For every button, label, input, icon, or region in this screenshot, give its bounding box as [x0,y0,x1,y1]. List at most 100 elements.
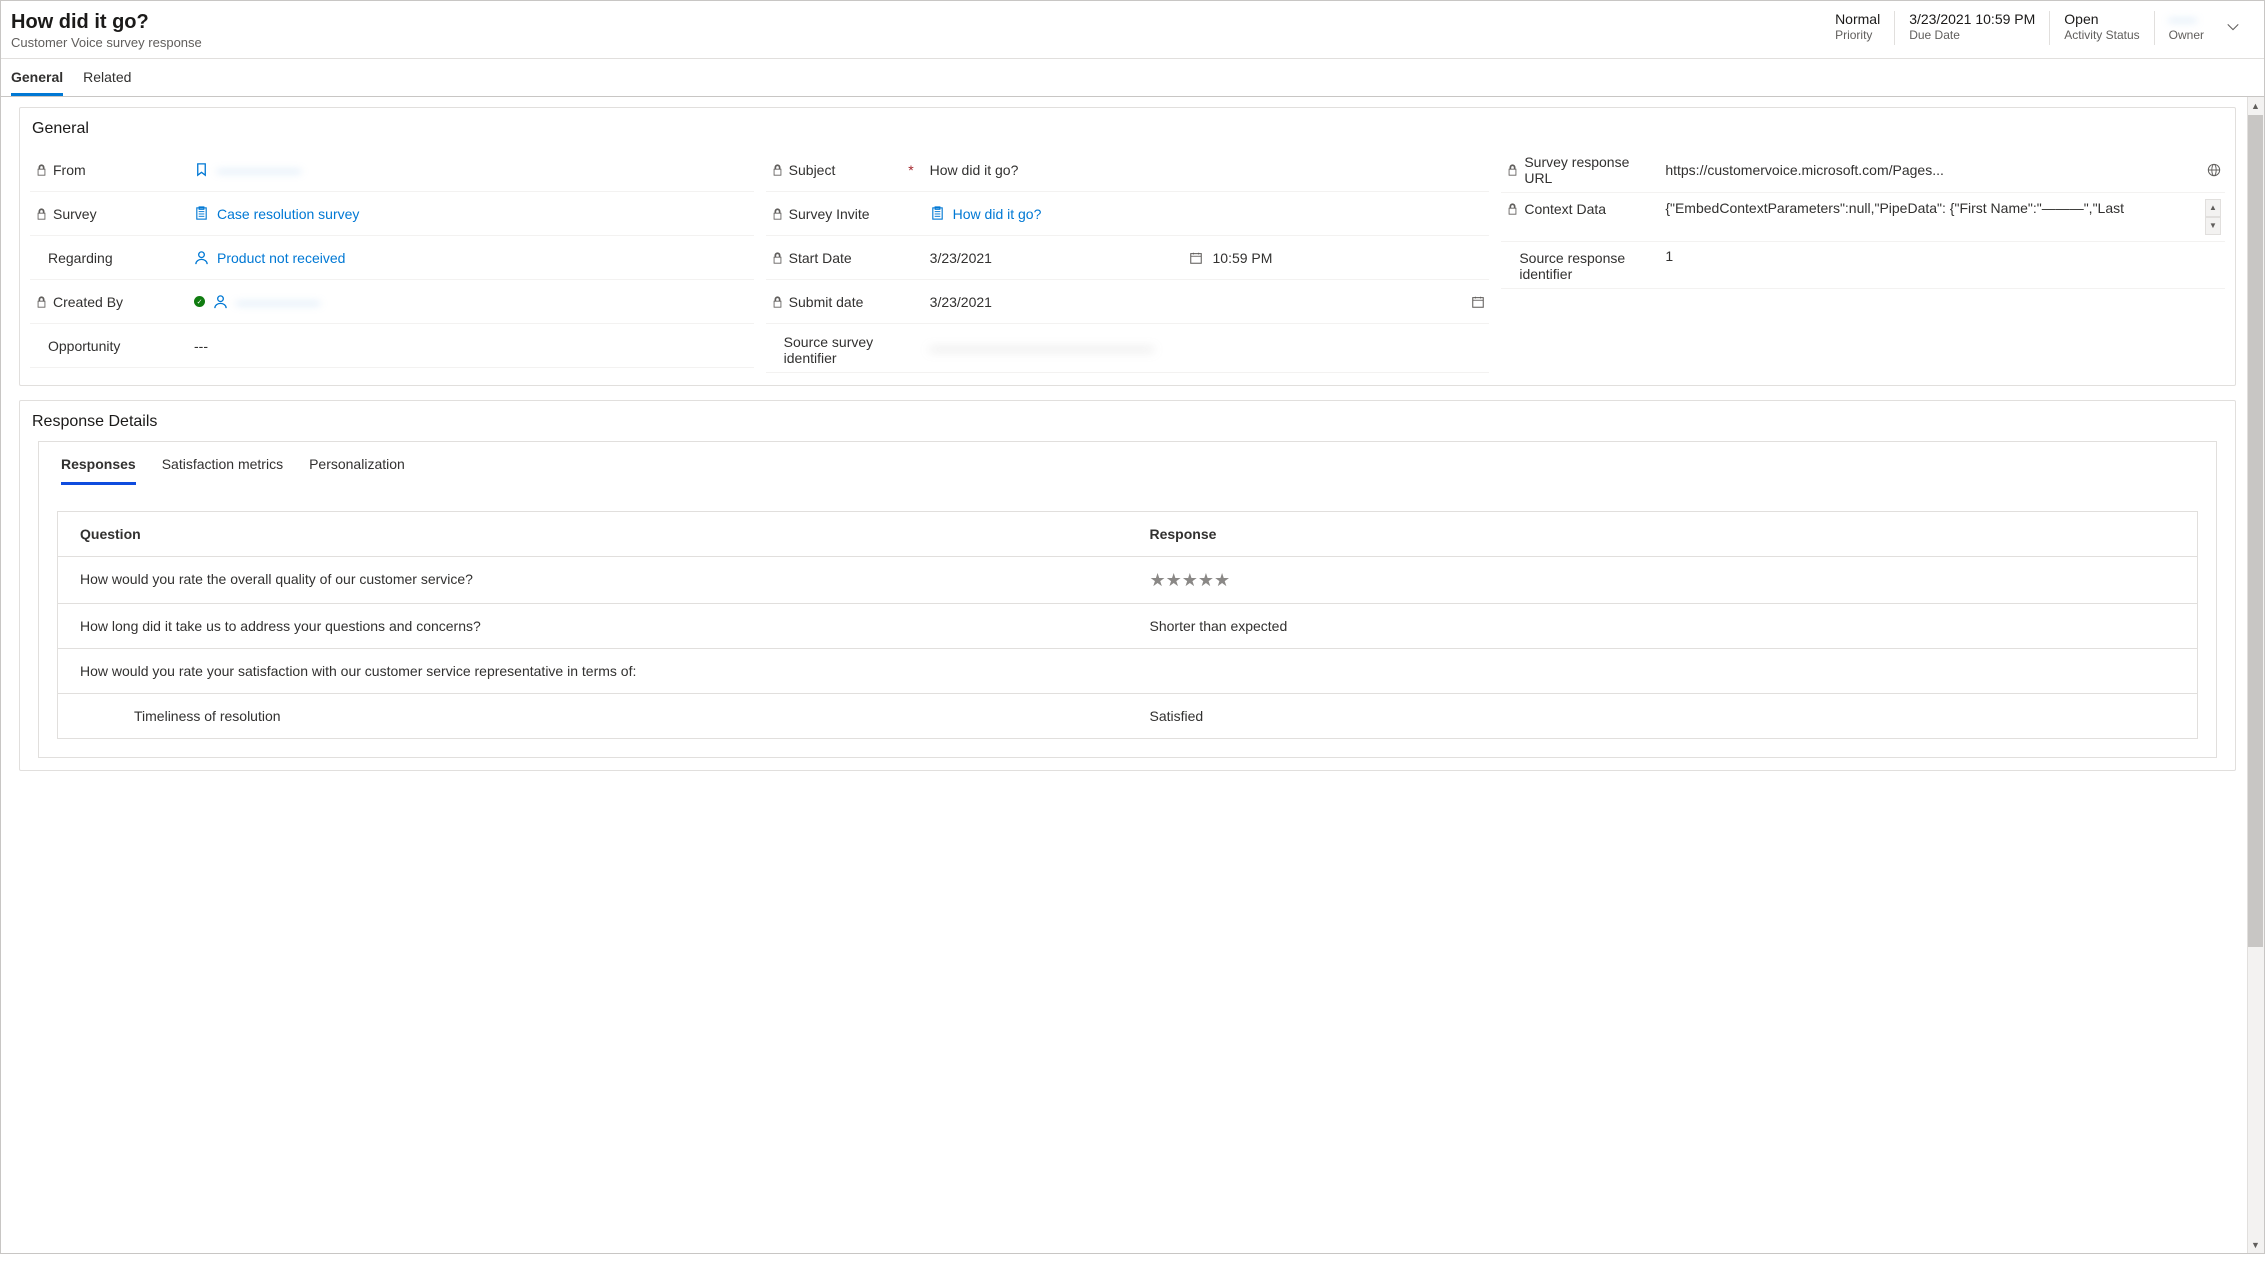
field-createdby[interactable]: Created By ✓ —————— [30,280,754,324]
header-duedate-label: Due Date [1909,28,2035,42]
section-details-title: Response Details [20,409,2235,441]
start-date-value: 3/23/2021 [930,250,992,266]
lock-icon [772,208,783,220]
header-duedate[interactable]: 3/23/2021 10:59 PM Due Date [1894,11,2049,45]
field-submit-date[interactable]: Submit date 3/23/2021 [766,280,1490,324]
header-owner[interactable]: —— Owner [2154,11,2218,45]
field-from[interactable]: From —————— [30,148,754,192]
clipboard-icon [194,206,209,221]
createdby-label: Created By [53,294,123,310]
section-general: General From —————— [19,107,2236,386]
scroll-thumb[interactable] [2248,115,2263,947]
src-survey-value: ———————————————— [930,340,1154,356]
regarding-value[interactable]: Product not received [217,250,345,266]
ctx-value: {"EmbedContextParameters":null,"PipeData… [1665,199,2197,219]
presence-available-icon: ✓ [194,296,205,307]
tab-general[interactable]: General [11,59,63,96]
section-general-title: General [20,116,2235,148]
tab-personalization[interactable]: Personalization [309,456,405,485]
question-text: How would you rate your satisfaction wit… [58,649,1128,693]
subject-label: Subject [789,162,836,178]
calendar-icon[interactable] [1471,295,1485,309]
invite-label: Survey Invite [789,206,870,222]
calendar-icon[interactable] [1189,251,1203,265]
star-rating: ★★★★★ [1150,570,1231,590]
required-indicator: * [908,162,913,178]
form-tabs: General Related [1,59,2264,97]
lock-icon [772,252,783,264]
scroll-down-icon[interactable]: ▼ [2205,217,2221,235]
survey-label: Survey [53,206,97,222]
createdby-value[interactable]: —————— [236,294,320,310]
header-owner-label: Owner [2169,28,2204,42]
field-context-data[interactable]: Context Data {"EmbedContextParameters":n… [1501,193,2225,242]
invite-value[interactable]: How did it go? [953,206,1042,222]
from-label: From [53,162,86,178]
details-tabs: Responses Satisfaction metrics Personali… [57,442,2198,485]
submit-date-value: 3/23/2021 [930,294,992,310]
page-title: How did it go? [11,11,202,34]
start-label: Start Date [789,250,852,266]
header-priority-value: Normal [1835,11,1880,27]
field-opportunity[interactable]: Opportunity --- [30,324,754,368]
field-survey[interactable]: Survey Case resolution survey [30,192,754,236]
header-duedate-value: 3/23/2021 10:59 PM [1909,11,2035,27]
tab-related[interactable]: Related [83,59,131,96]
bookmark-icon [194,162,209,177]
lock-icon [772,164,783,176]
header-status-value: Open [2064,11,2139,27]
tab-responses[interactable]: Responses [61,456,136,485]
field-survey-invite[interactable]: Survey Invite How did it go? [766,192,1490,236]
opportunity-label: Opportunity [48,338,120,354]
url-value: https://customervoice.microsoft.com/Page… [1665,162,2199,178]
lock-icon [1507,203,1518,215]
section-response-details: Response Details Responses Satisfaction … [19,400,2236,771]
table-row: How would you rate the overall quality o… [58,557,2197,604]
scroll-down-button[interactable]: ▼ [2248,1237,2263,1252]
opportunity-value: --- [194,338,208,354]
survey-value[interactable]: Case resolution survey [217,206,359,222]
field-survey-url[interactable]: Survey response URL https://customervoic… [1501,148,2225,193]
header-priority[interactable]: Normal Priority [1821,11,1894,45]
header-priority-label: Priority [1835,28,1880,42]
table-row: How long did it take us to address your … [58,604,2197,649]
from-value[interactable]: —————— [217,162,301,178]
url-label: Survey response URL [1524,154,1655,186]
field-source-survey-id[interactable]: Source survey identifier ———————————————… [766,324,1490,373]
person-icon [194,250,209,265]
question-text: Timeliness of resolution [58,694,1128,738]
person-icon [213,294,228,309]
lock-icon [36,164,47,176]
question-text: How would you rate the overall quality o… [58,557,1128,603]
col-header-question: Question [58,512,1128,556]
table-row: How would you rate your satisfaction wit… [58,649,2197,694]
field-source-response-id[interactable]: Source response identifier 1 [1501,242,2225,289]
field-start-date[interactable]: Start Date 3/23/2021 10:59 PM [766,236,1490,280]
submit-label: Submit date [789,294,864,310]
lock-icon [36,208,47,220]
scroll-up-button[interactable]: ▲ [2248,98,2263,113]
src-survey-label: Source survey identifier [784,334,920,366]
response-text: Shorter than expected [1128,604,2198,648]
field-regarding[interactable]: Regarding Product not received [30,236,754,280]
expand-header-button[interactable] [2218,16,2248,41]
src-resp-label: Source response identifier [1519,250,1655,282]
form-header: How did it go? Customer Voice survey res… [1,1,2264,59]
lock-icon [36,296,47,308]
src-resp-value: 1 [1665,248,1673,264]
subject-value: How did it go? [930,162,1019,178]
tab-satisfaction-metrics[interactable]: Satisfaction metrics [162,456,283,485]
globe-icon[interactable] [2207,163,2221,177]
responses-table: Question Response How would you rate the… [57,511,2198,739]
header-status-label: Activity Status [2064,28,2139,42]
vertical-scrollbar[interactable]: ▲ ▼ [2247,97,2264,1253]
context-scrollbar[interactable]: ▲ ▼ [2205,199,2221,235]
scroll-up-icon[interactable]: ▲ [2205,199,2221,217]
regarding-label: Regarding [48,250,113,266]
response-text: Satisfied [1128,694,2198,738]
entity-type: Customer Voice survey response [11,35,202,50]
col-header-response: Response [1128,512,2198,556]
lock-icon [1507,164,1518,176]
header-activity-status[interactable]: Open Activity Status [2049,11,2153,45]
field-subject[interactable]: Subject * How did it go? [766,148,1490,192]
